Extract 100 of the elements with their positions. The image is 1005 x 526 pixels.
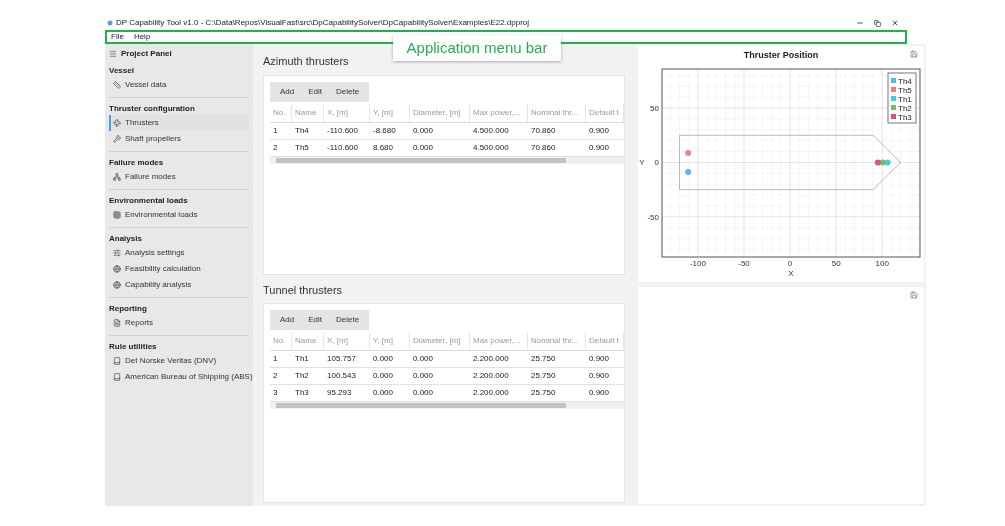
table-cell-text: 8.680 xyxy=(372,141,395,154)
table-cell-text: 95.293 xyxy=(326,387,353,399)
table-cell-text: 3 xyxy=(272,387,279,399)
toolbar-button[interactable]: Add xyxy=(274,85,301,98)
panel-title: Project Panel xyxy=(121,47,172,60)
table-cell-text: 2.200.000 xyxy=(472,387,510,399)
section-title: Azimuth thrusters xyxy=(263,54,349,69)
table-cell-text: 0.000 xyxy=(372,370,395,382)
legend-label: Th4 xyxy=(898,76,912,86)
table-cell-text: Th1 xyxy=(294,353,310,365)
item-icon xyxy=(113,173,121,181)
table-cell-text: 2.200.000 xyxy=(472,353,510,365)
section-heading: Failure modes xyxy=(109,157,164,169)
app-logo-icon xyxy=(107,20,113,26)
sidebar-item[interactable]: Vessel data xyxy=(109,77,249,93)
tick-label: -100 xyxy=(689,258,706,268)
table-cell-text: Th2 xyxy=(294,370,310,382)
table-cell-text: 0.000 xyxy=(372,387,395,399)
table-cell-text: 1 xyxy=(272,353,279,365)
table-cell-text: 0.000 xyxy=(412,124,435,137)
sidebar-item[interactable]: Shaft propellers xyxy=(109,131,249,147)
toolbar-button[interactable]: Delete xyxy=(330,85,366,98)
menu-item[interactable]: File xyxy=(111,31,124,43)
section-title: Tunnel thrusters xyxy=(263,282,343,298)
table-cell-text: -110.600 xyxy=(326,141,359,154)
tick-label: 0 xyxy=(654,157,659,167)
sidebar-item[interactable]: Thrusters xyxy=(109,115,249,131)
save-icon[interactable] xyxy=(910,50,918,58)
table-cell-text: 2 xyxy=(272,370,279,382)
table-cell-text: 2 xyxy=(272,141,279,154)
close-icon[interactable] xyxy=(891,19,899,27)
table-cell-text: 0.900 xyxy=(588,387,611,399)
table-cell-text: 0.000 xyxy=(412,353,435,365)
table-cell-text: 2.200.000 xyxy=(472,370,510,382)
table-cell-text: 105.757 xyxy=(326,353,357,365)
toolbar-button[interactable]: Edit xyxy=(302,314,329,326)
legend-box xyxy=(887,72,917,123)
table-cell-text: 0.900 xyxy=(588,124,611,137)
tick-label: 0 xyxy=(787,258,793,268)
table-cell-text: 0.000 xyxy=(412,387,435,399)
table-cell-text: -8.680 xyxy=(372,124,397,137)
section-heading: Vessel xyxy=(109,65,134,77)
restore-icon[interactable] xyxy=(874,19,881,27)
section-heading: Rule utilities xyxy=(109,341,157,353)
table-cell-text: 0.000 xyxy=(412,141,435,154)
tick-label: 50 xyxy=(650,103,659,113)
table-cell-text: 4.500.000 xyxy=(472,124,510,137)
table-cell-text: 4.500.000 xyxy=(472,141,510,154)
table-cell-text: 25.750 xyxy=(530,353,557,365)
legend-label: Th2 xyxy=(898,103,912,113)
sidebar-item[interactable]: Det Norske Veritas (DNV) xyxy=(109,353,249,369)
sidebar-item[interactable]: Analysis settings xyxy=(109,245,249,261)
section-heading: Thruster configuration xyxy=(109,103,195,115)
sidebar-item[interactable]: Feasibility calculation xyxy=(109,261,249,277)
item-icon xyxy=(113,119,121,127)
sidebar-item[interactable]: Environmental loads xyxy=(109,207,249,223)
toolbar-button[interactable]: Edit xyxy=(302,85,329,98)
sidebar-item[interactable]: Capability analysis xyxy=(109,277,249,293)
window-title: DP Capability Tool v1.0 - C:\Data\Repos\VisualFast\src\DpCapabilitySolver\DpCapabilitySolver\Examples\E22.dpproj xyxy=(116,17,530,29)
item-icon xyxy=(113,265,121,273)
tick-label: 100 xyxy=(875,258,889,268)
horizontal-scrollbar[interactable] xyxy=(270,402,624,409)
item-icon xyxy=(113,249,121,257)
toolbar-button[interactable]: Delete xyxy=(330,314,366,326)
legend-label: Th1 xyxy=(898,94,912,104)
callout-label: Application menu bar xyxy=(393,35,561,61)
chart-title: Thruster Position xyxy=(743,49,819,62)
table-cell-text: 100.543 xyxy=(326,370,357,382)
section-heading: Reporting xyxy=(109,303,147,315)
item-icon xyxy=(113,281,121,289)
legend-label: Th5 xyxy=(898,85,912,95)
sidebar-item[interactable]: Reports xyxy=(109,315,249,331)
table-cell-text: 25.750 xyxy=(530,370,557,382)
menu-item[interactable]: Help xyxy=(133,31,151,43)
table-cell-text: Th3 xyxy=(294,387,310,399)
axis-label: Y xyxy=(639,157,645,167)
item-icon xyxy=(113,135,121,143)
table-cell-text: 70.860 xyxy=(530,141,557,154)
table-cell-text: 70.860 xyxy=(530,124,557,137)
section-heading: Environmental loads xyxy=(109,195,188,207)
item-icon xyxy=(113,81,121,89)
table-cell-text: -110.600 xyxy=(326,124,359,137)
table-cell-text: 0.900 xyxy=(588,370,611,382)
table-cell-text: 0.900 xyxy=(588,141,611,154)
tick-label: 50 xyxy=(831,258,841,268)
table-cell-text: 0.900 xyxy=(588,353,611,365)
sidebar-item[interactable]: Failure modes xyxy=(109,169,249,185)
save-icon[interactable] xyxy=(910,291,918,299)
table-cell-text: 0.000 xyxy=(412,370,435,382)
menu-icon[interactable] xyxy=(109,49,117,58)
horizontal-scrollbar[interactable] xyxy=(270,156,624,164)
table-cell-text: 1 xyxy=(272,124,279,137)
toolbar-button[interactable]: Add xyxy=(274,314,301,326)
section-heading: Analysis xyxy=(109,233,142,245)
tick-label: -50 xyxy=(738,258,750,268)
minimize-icon[interactable] xyxy=(856,19,864,27)
item-icon xyxy=(113,211,121,219)
table-cell-text: Th4 xyxy=(294,124,310,137)
table-cell-text: 0.000 xyxy=(372,353,395,365)
axis-label: X xyxy=(788,268,794,278)
